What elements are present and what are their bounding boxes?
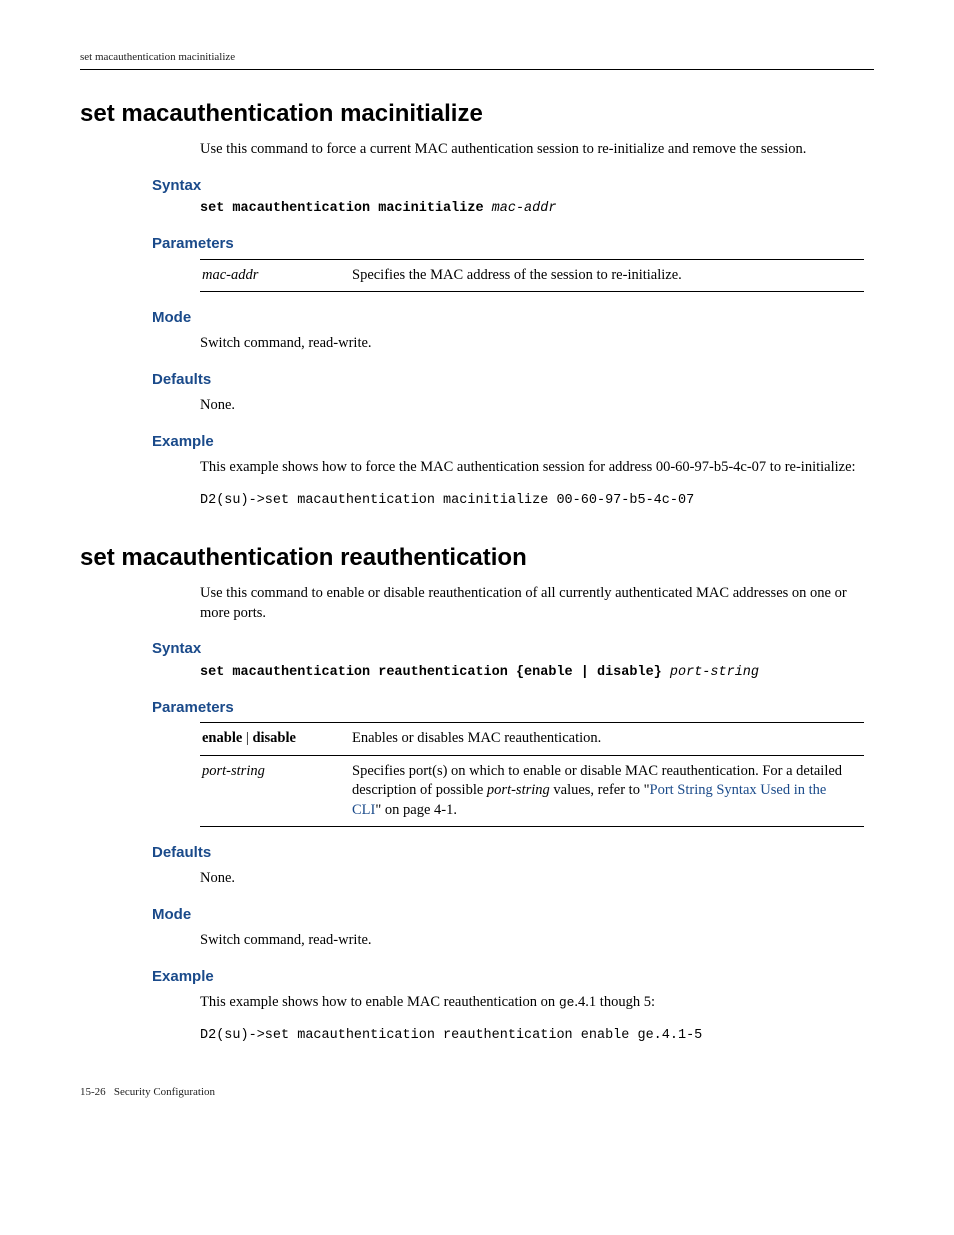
example-intro-1: This example shows how to force the MAC … [200,458,864,478]
mode-heading-1: Mode [152,308,874,328]
section1-intro: Use this command to force a current MAC … [200,140,864,160]
disable-word: disable [252,730,296,746]
example-intro-mono: ge [559,995,575,1010]
table-row: mac-addr Specifies the MAC address of th… [200,259,864,292]
table-row: enable | disable Enables or disables MAC… [200,722,864,755]
table-row: port-string Specifies port(s) on which t… [200,755,864,827]
example-code-1: D2(su)->set macauthentication macinitial… [200,492,864,510]
parameters-heading-1: Parameters [152,234,874,254]
syntax-arg-1: mac-addr [492,201,557,216]
example-intro-2b: .4.1 though 5: [574,994,655,1010]
row2-desc-c: " on page 4-1. [375,802,457,818]
param2-row1-name: enable | disable [200,722,350,755]
page-footer: 15-26 Security Configuration [80,1085,874,1100]
parameters-table-2: enable | disable Enables or disables MAC… [200,722,864,827]
param2-row1-desc: Enables or disables MAC reauthentication… [350,722,864,755]
param2-row2-desc: Specifies port(s) on which to enable or … [350,755,864,827]
parameters-table-1: mac-addr Specifies the MAC address of th… [200,259,864,293]
syntax-cmd-2: set macauthentication reauthentication {… [200,665,662,680]
running-header: set macauthentication macinitialize [80,50,874,70]
param2-row2-name: port-string [200,755,350,827]
example-intro-2: This example shows how to enable MAC rea… [200,993,864,1013]
chapter-name: Security Configuration [114,1086,215,1098]
section1-title: set macauthentication macinitialize [80,98,874,130]
example-code-2: D2(su)->set macauthentication reauthenti… [200,1027,864,1045]
enable-word: enable [202,730,242,746]
example-heading-2: Example [152,967,874,987]
syntax-arg-2: port-string [670,665,759,680]
mode-text-1: Switch command, read-write. [200,334,864,354]
syntax-code-1: set macauthentication macinitialize mac-… [200,200,864,218]
param-desc-1: Specifies the MAC address of the session… [350,259,864,292]
running-header-text: set macauthentication macinitialize [80,51,235,63]
defaults-heading-1: Defaults [152,370,874,390]
section2-intro: Use this command to enable or disable re… [200,584,864,623]
syntax-heading-2: Syntax [152,639,874,659]
param-name-1: mac-addr [200,259,350,292]
example-heading-1: Example [152,432,874,452]
mode-text-2: Switch command, read-write. [200,931,864,951]
mode-heading-2: Mode [152,905,874,925]
parameters-heading-2: Parameters [152,698,874,718]
row2-desc-ital: port-string [487,782,550,798]
syntax-code-2: set macauthentication reauthentication {… [200,664,864,682]
page-number: 15-26 [80,1086,106,1098]
defaults-text-1: None. [200,396,864,416]
example-intro-2a: This example shows how to enable MAC rea… [200,994,559,1010]
defaults-heading-2: Defaults [152,843,874,863]
row2-desc-b: values, refer to " [550,782,650,798]
syntax-heading-1: Syntax [152,176,874,196]
sep: | [242,730,252,746]
syntax-cmd-1: set macauthentication macinitialize [200,201,484,216]
defaults-text-2: None. [200,869,864,889]
section2-title: set macauthentication reauthentication [80,542,874,574]
